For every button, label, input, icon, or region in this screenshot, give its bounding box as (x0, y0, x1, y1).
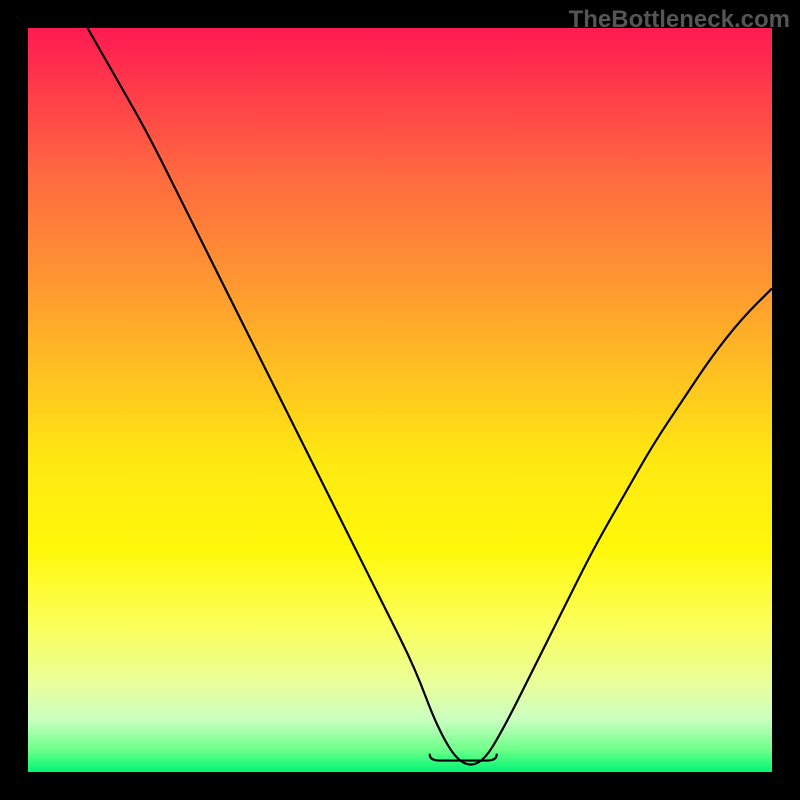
watermark-text: TheBottleneck.com (569, 6, 790, 34)
plot-area (28, 28, 772, 772)
chart-svg (28, 28, 772, 772)
bottleneck-curve (88, 28, 772, 765)
